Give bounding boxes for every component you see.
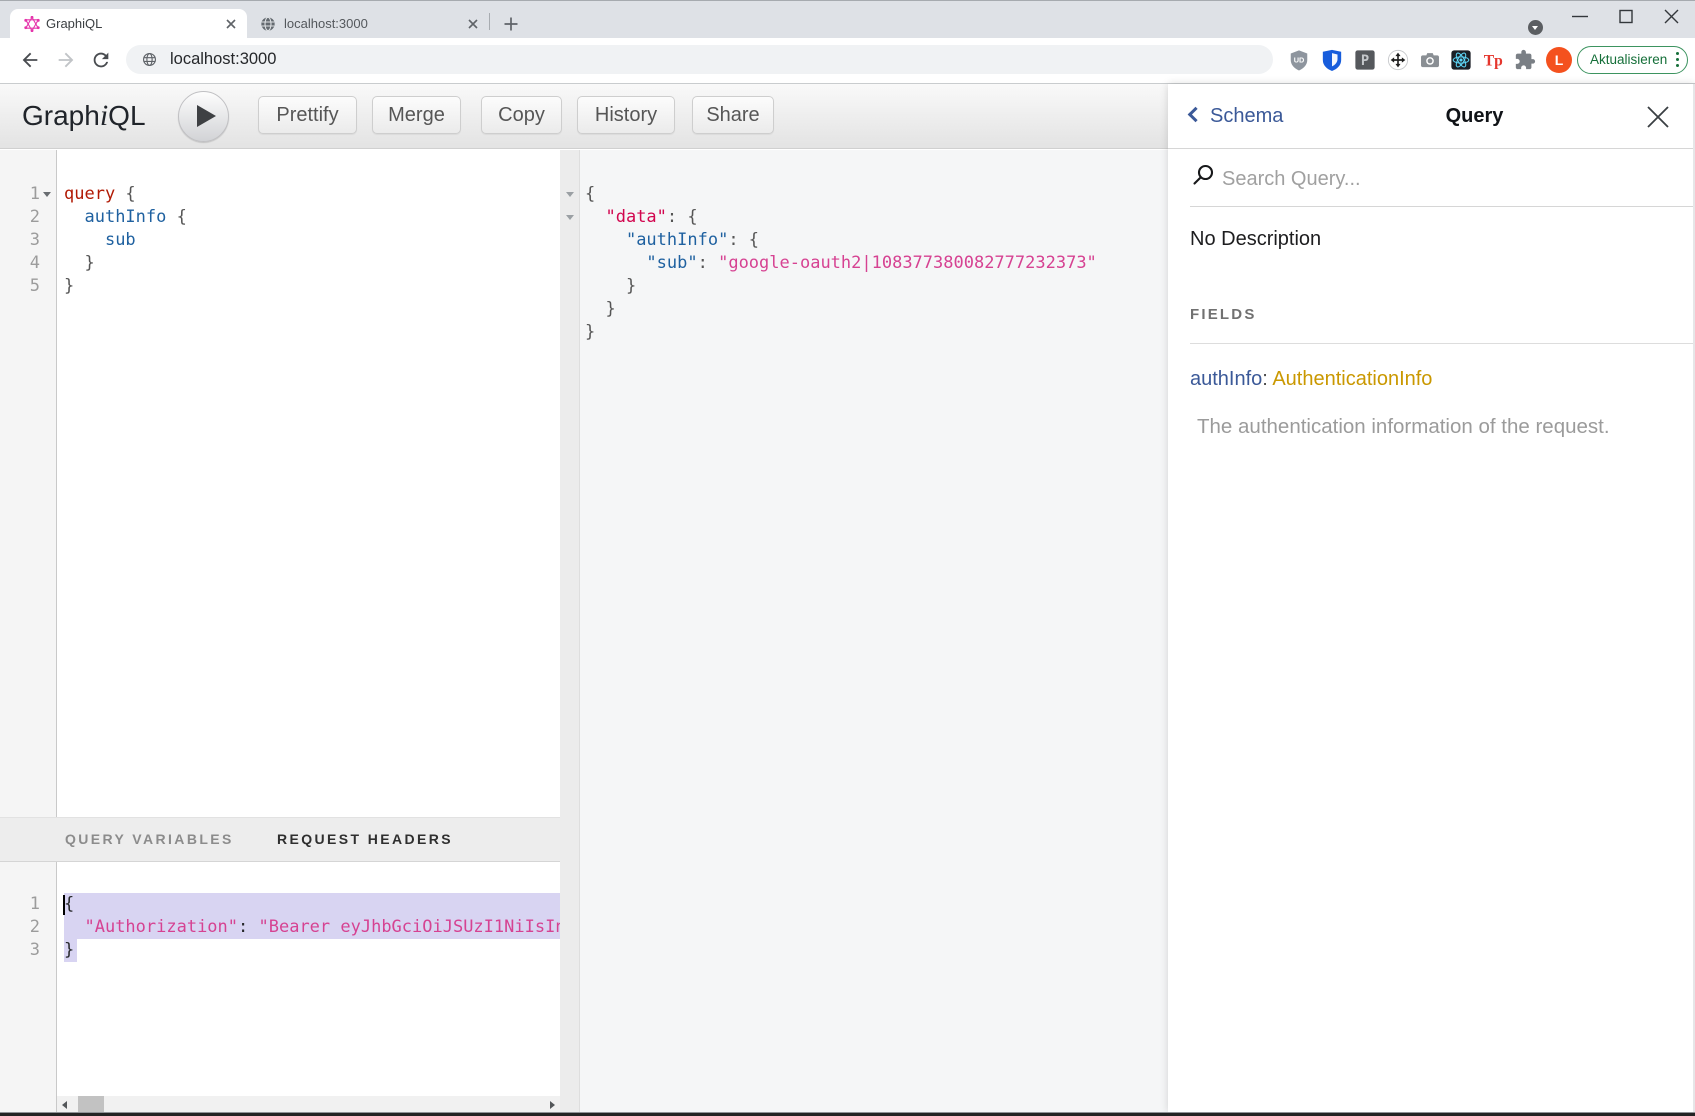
move-cross-icon[interactable] [1387,49,1409,71]
reload-icon[interactable] [90,49,112,71]
prettify-button[interactable]: Prettify [258,96,357,134]
svg-text:UD: UD [1294,55,1305,64]
globe-icon [260,16,276,32]
tab-localhost[interactable]: localhost:3000 [250,9,489,39]
chrome-update-button[interactable]: Aktualisieren [1577,46,1688,74]
shield-ud-icon[interactable]: UD [1288,49,1310,71]
merge-button[interactable]: Merge [372,96,461,134]
doc-title: Query [1343,84,1606,149]
field-colon: : [1262,368,1272,390]
react-devtools-icon[interactable] [1450,49,1472,71]
doc-explorer-panel: Schema Query No Description FIELDS authI… [1168,84,1695,1112]
profile-avatar[interactable]: L [1546,47,1572,73]
tab-search-button[interactable] [1528,20,1543,35]
tab-close-icon[interactable] [465,16,481,32]
history-button[interactable]: History [577,96,675,134]
field-type-link[interactable]: AuthenticationInfo [1272,368,1432,390]
query-code[interactable]: query { authInfo { sub }} [64,183,187,298]
scrollbar-thumb[interactable] [78,1096,104,1112]
puzzle-extensions-icon[interactable] [1514,49,1536,71]
scroll-left-button[interactable] [57,1096,74,1112]
browser-toolbar: localhost:3000 UD P [0,38,1695,84]
execute-query-button[interactable] [178,91,229,142]
bitwarden-shield-icon[interactable] [1321,49,1343,71]
browser-window: GraphiQL localhost:3000 [0,0,1695,1116]
window-maximize-button[interactable] [1610,1,1640,31]
secondary-editor-titlebar[interactable]: QUERY VARIABLES REQUEST HEADERS [0,817,560,862]
share-button[interactable]: Share [692,96,774,134]
fold-arrow-icon[interactable] [566,192,574,197]
avatar-initial: L [1555,52,1564,68]
update-label: Aktualisieren [1590,47,1667,72]
fields-divider [1190,343,1695,344]
response-json: { "data": { "authInfo": { "sub": "google… [585,183,1097,344]
address-bar[interactable]: localhost:3000 [126,45,1273,74]
tab-close-icon[interactable] [223,16,239,32]
camera-icon[interactable] [1419,49,1441,71]
doc-back-link[interactable]: Schema [1190,84,1283,149]
text-cursor [63,895,65,915]
tab-strip: GraphiQL localhost:3000 [0,0,1695,38]
copy-button[interactable]: Copy [481,96,562,134]
fold-arrow-icon[interactable] [566,215,574,220]
forward-icon[interactable] [55,49,77,71]
field-name-link[interactable]: authInfo [1190,368,1262,390]
field-row: authInfo: AuthenticationInfo [1190,368,1432,391]
graphql-logo-icon [24,16,40,32]
tab-title: localhost:3000 [284,9,368,39]
doc-search-input[interactable] [1222,160,1662,198]
doc-description: No Description [1190,228,1321,251]
scroll-right-button[interactable] [543,1096,560,1112]
fold-arrow-icon[interactable] [43,192,51,197]
window-close-button[interactable] [1656,1,1686,31]
doc-close-icon[interactable] [1645,104,1671,130]
request-headers-editor[interactable]: 123 { "Authorization": "Bearer eyJhbGciO… [0,862,560,1112]
site-info-globe-icon[interactable] [142,52,157,67]
tab-query-variables[interactable]: QUERY VARIABLES [65,818,234,861]
new-tab-button[interactable] [503,16,519,32]
line-numbers: 12345 [0,183,40,298]
pixel-p-icon[interactable]: P [1354,49,1376,71]
fields-section-title: FIELDS [1190,306,1257,323]
line-numbers: 123 [0,893,40,962]
tab-separator [489,13,490,30]
doc-search-row [1190,150,1695,207]
horizontal-scrollbar[interactable] [57,1096,560,1112]
response-viewer[interactable]: { "data": { "authInfo": { "sub": "google… [560,150,1168,1112]
chevron-left-icon [1188,107,1204,123]
graphiql-logo: GraphiQL [22,84,146,148]
response-fold-gutter[interactable] [560,150,580,1112]
window-minimize-button[interactable] [1563,1,1593,31]
search-icon [1192,164,1216,188]
graphiql-topbar: GraphiQL Prettify Merge Copy History Sha… [0,84,1168,149]
tampermonkey-tp-icon[interactable]: Tp [1481,49,1503,71]
headers-code[interactable]: { "Authorization": "Bearer eyJhbGciOiJSU… [64,893,560,962]
svg-text:Tp: Tp [1484,53,1503,70]
svg-text:P: P [1361,53,1369,69]
query-editor[interactable]: 12345 query { authInfo { sub }} [0,150,560,817]
back-icon[interactable] [19,49,41,71]
tab-graphiql[interactable]: GraphiQL [10,9,247,39]
url-text: localhost:3000 [170,45,276,74]
menu-kebab-icon[interactable] [1675,52,1679,68]
tab-request-headers[interactable]: REQUEST HEADERS [277,818,453,861]
tab-title: GraphiQL [46,9,102,39]
field-description: The authentication information of the re… [1197,415,1610,439]
play-icon [197,105,216,127]
